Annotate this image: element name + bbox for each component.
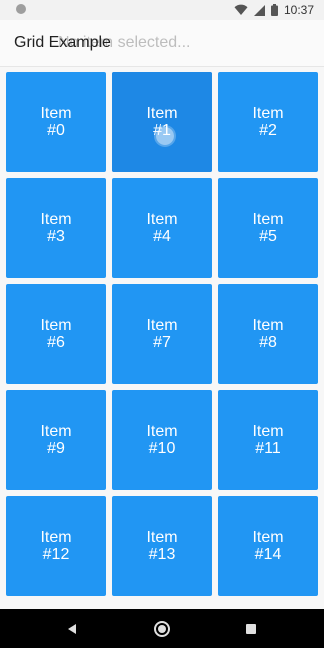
grid-item-label: Item #0: [40, 105, 71, 139]
grid-item-number: #6: [47, 334, 65, 351]
cell-signal-icon: [253, 4, 265, 16]
back-button[interactable]: [52, 609, 92, 648]
grid-item-11[interactable]: Item #11: [218, 390, 318, 490]
wifi-icon: [234, 4, 248, 16]
grid-item-number: #10: [148, 440, 176, 457]
grid-item-label-text: Item: [146, 105, 178, 122]
grid-item-label-text: Item: [146, 211, 178, 228]
grid-item-number: #7: [153, 334, 171, 351]
grid-item-label-text: Item: [252, 423, 284, 440]
grid-item-label: Item #5: [252, 211, 283, 245]
grid-item-label-text: Item: [40, 317, 72, 334]
item-grid: Item#0Item#1Item#2Item#3Item#4Item#5Item…: [6, 72, 320, 596]
home-icon: [154, 620, 170, 637]
grid-item-3[interactable]: Item #3: [6, 178, 106, 278]
grid-item-6[interactable]: Item #6: [6, 284, 106, 384]
grid-item-label: Item #14: [252, 529, 283, 563]
grid-item-7[interactable]: Item #7: [112, 284, 212, 384]
grid-item-number: #2: [259, 122, 277, 139]
grid-item-label: Item #13: [146, 529, 177, 563]
grid-item-label-text: Item: [146, 529, 178, 546]
grid-item-label-text: Item: [252, 317, 284, 334]
grid-item-label-text: Item: [40, 211, 72, 228]
grid-item-0[interactable]: Item #0: [6, 72, 106, 172]
grid-item-number: #13: [148, 546, 176, 563]
grid-item-4[interactable]: Item #4: [112, 178, 212, 278]
grid-item-label: Item #2: [252, 105, 283, 139]
app-bar: No item selected... Grid Example: [0, 20, 324, 67]
app-title: Grid Example: [14, 34, 111, 51]
grid-item-5[interactable]: Item #5: [218, 178, 318, 278]
grid-item-2[interactable]: Item #2: [218, 72, 318, 172]
grid-item-number: #9: [47, 440, 65, 457]
grid-item-label: Item #12: [40, 529, 71, 563]
notification-dot-icon: [16, 4, 26, 14]
grid-item-label-text: Item: [40, 105, 72, 122]
grid-item-label-text: Item: [146, 423, 178, 440]
grid-item-label-text: Item: [40, 423, 72, 440]
grid-item-number: #4: [153, 228, 171, 245]
grid-item-label: Item #9: [40, 423, 71, 457]
grid-item-label: Item #8: [252, 317, 283, 351]
grid-item-number: #0: [47, 122, 65, 139]
grid-item-label-text: Item: [252, 211, 284, 228]
back-icon: [68, 623, 76, 634]
grid-item-number: #12: [42, 546, 70, 563]
grid-item-label-text: Item: [252, 105, 284, 122]
status-icons: 10:37: [234, 2, 314, 18]
grid-item-label: Item #11: [252, 423, 283, 457]
grid-item-number: #8: [259, 334, 277, 351]
grid-item-label-text: Item: [40, 529, 72, 546]
battery-icon: [270, 4, 278, 16]
screen: 10:37 No item selected... Grid Example I…: [0, 0, 324, 648]
grid-item-number: #3: [47, 228, 65, 245]
grid-item-10[interactable]: Item #10: [112, 390, 212, 490]
recents-icon: [246, 623, 256, 634]
grid-item-label: Item #6: [40, 317, 71, 351]
grid-item-13[interactable]: Item #13: [112, 496, 212, 596]
touch-indicator: [156, 127, 174, 145]
grid-item-label: Item #10: [146, 423, 177, 457]
recents-button[interactable]: [231, 609, 271, 648]
grid-item-label: Item #3: [40, 211, 71, 245]
grid-item-label-text: Item: [252, 529, 284, 546]
grid-item-number: #11: [255, 440, 281, 457]
grid-item-12[interactable]: Item #12: [6, 496, 106, 596]
grid-item-label: Item #4: [146, 211, 177, 245]
home-button[interactable]: [142, 609, 182, 648]
grid-item-14[interactable]: Item #14: [218, 496, 318, 596]
navigation-bar: [0, 609, 324, 648]
grid-item-1[interactable]: Item#1: [112, 72, 212, 172]
grid-item-9[interactable]: Item #9: [6, 390, 106, 490]
status-bar: 10:37: [0, 0, 324, 20]
grid-item-number: #14: [254, 546, 282, 563]
grid-item-number: #5: [259, 228, 277, 245]
grid-item-label-text: Item: [146, 317, 178, 334]
grid-item-label: Item #7: [146, 317, 177, 351]
status-time: 10:37: [283, 3, 314, 17]
grid-item-8[interactable]: Item #8: [218, 284, 318, 384]
